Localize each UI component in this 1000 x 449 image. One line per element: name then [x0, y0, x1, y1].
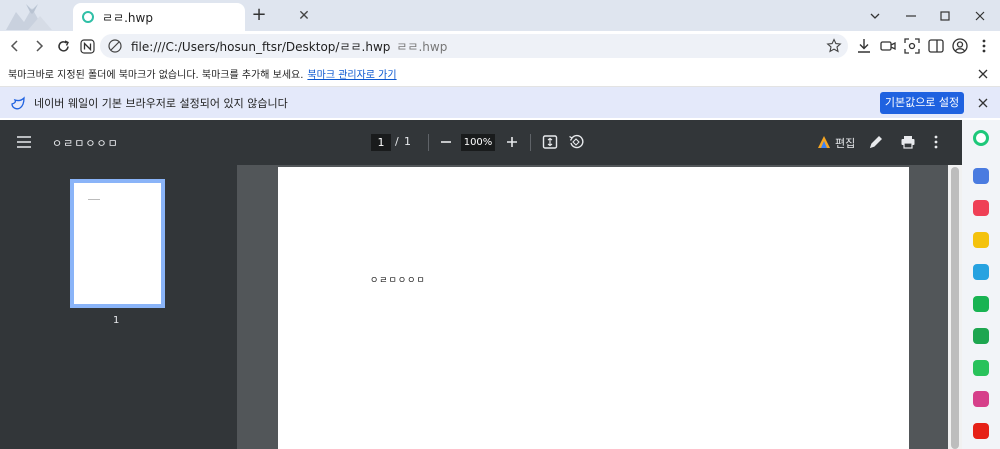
tab-favicon-icon: [82, 11, 94, 23]
chevron-down-icon: [870, 13, 880, 19]
minimize-button[interactable]: [894, 0, 928, 31]
minus-icon: [441, 141, 451, 143]
thumbnail-sidebar: 1: [0, 165, 237, 449]
set-default-button[interactable]: 기본값으로 설정: [880, 92, 964, 114]
naver-home-button[interactable]: [76, 35, 98, 57]
arrow-left-icon: [10, 40, 18, 52]
rotate-button[interactable]: [566, 132, 586, 152]
green-store-icon[interactable]: [973, 360, 989, 376]
sidebar-toggle-icon[interactable]: [927, 37, 945, 55]
url-suffix: ㄹㄹ.hwp: [396, 40, 448, 54]
pen-icon: [869, 136, 882, 149]
menu-icon[interactable]: [16, 134, 32, 150]
tab-close-icon[interactable]: ✕: [295, 7, 313, 25]
tab-search-button[interactable]: [858, 0, 892, 31]
profile-icon[interactable]: [951, 37, 969, 55]
maximize-button[interactable]: [928, 0, 962, 31]
document-viewport: ㅇㄹㅁㅇㅇㅁ: [237, 165, 962, 449]
bookmark-bar-text: 북마크바로 지정된 폴더에 북마크가 없습니다. 북마크를 추가해 보세요.: [8, 70, 304, 81]
arrow-right-icon: [36, 40, 44, 52]
edge-icon[interactable]: [973, 264, 989, 280]
zoom-in-button[interactable]: [502, 132, 522, 152]
edit-app-button[interactable]: [814, 132, 834, 152]
thumbnail-text-line: [88, 199, 100, 200]
bookmark-bar: 북마크바로 지정된 폴더에 북마크가 없습니다. 북마크를 추가해 보세요. 북마…: [0, 60, 1000, 87]
green-bag-icon[interactable]: [973, 296, 989, 312]
more-vertical-icon: [934, 135, 938, 149]
edit-app-icon: [818, 136, 830, 148]
url-text: file:///C:/Users/hosun_ftsr/Desktop/ㄹㄹ.h…: [131, 38, 447, 55]
close-icon[interactable]: [976, 67, 990, 81]
tab-strip: ㄹㄹ.hwp ✕ +: [0, 0, 1000, 31]
annotate-button[interactable]: [866, 132, 886, 152]
green-circle-icon[interactable]: [973, 130, 989, 146]
back-button[interactable]: [4, 35, 26, 57]
close-icon[interactable]: [976, 96, 990, 110]
pdf-more-button[interactable]: [926, 132, 946, 152]
rotate-icon: [569, 134, 584, 149]
edit-label[interactable]: 편집: [835, 135, 855, 151]
bookmark-bar-message: 북마크바로 지정된 폴더에 북마크가 없습니다. 북마크를 추가해 보세요. 북마…: [8, 66, 397, 81]
chart-icon[interactable]: [973, 328, 989, 344]
page-separator: /: [395, 135, 399, 148]
toolbar-divider: [428, 134, 429, 151]
default-browser-message: 네이버 웨일이 기본 브라우저로 설정되어 있지 않습니다: [34, 97, 288, 110]
download-icon[interactable]: [855, 37, 873, 55]
reload-button[interactable]: [52, 35, 74, 57]
bookmark-manager-link[interactable]: 북마크 관리자로 가기: [307, 70, 396, 81]
instagram-icon[interactable]: [973, 391, 989, 407]
toolbar-divider: [530, 134, 531, 151]
page-text: ㅇㄹㅁㅇㅇㅁ: [370, 276, 426, 286]
forward-button[interactable]: [28, 35, 50, 57]
browser-toolbar: file:///C:/Users/hosun_ftsr/Desktop/ㄹㄹ.h…: [0, 31, 1000, 60]
fit-to-page-icon: [542, 135, 558, 149]
plus-icon: [507, 137, 517, 147]
page-thumbnail[interactable]: [70, 179, 165, 308]
whale-logo-icon: [6, 4, 52, 30]
page-number-input[interactable]: 1: [371, 134, 391, 151]
print-icon: [901, 136, 915, 149]
file-info-icon: [108, 39, 122, 53]
tab-title: ㄹㄹ.hwp: [102, 11, 153, 25]
document-page: ㅇㄹㅁㅇㅇㅁ: [278, 167, 909, 449]
page-total: 1: [404, 135, 411, 148]
default-browser-infobar: 네이버 웨일이 기본 브라우저로 설정되어 있지 않습니다 기본값으로 설정: [0, 87, 1000, 118]
bookmark-star-icon[interactable]: [826, 38, 842, 54]
zoom-out-button[interactable]: [436, 132, 456, 152]
print-button[interactable]: [898, 132, 918, 152]
fit-page-button[interactable]: [540, 132, 560, 152]
close-window-button[interactable]: [963, 0, 997, 31]
video-icon[interactable]: [879, 37, 897, 55]
blue-app-icon[interactable]: [973, 168, 989, 184]
reload-icon: [57, 39, 69, 52]
url-path: file:///C:/Users/hosun_ftsr/Desktop/ㄹㄹ.h…: [131, 40, 391, 54]
thumbnail-page-number: 1: [113, 315, 120, 326]
whale-icon: [11, 96, 25, 110]
maximize-icon: [940, 10, 950, 21]
pdf-toolbar: ㅇㄹㅁㅇㅇㅁ 1 / 1 100% 편집: [0, 120, 962, 165]
youtube-icon[interactable]: [973, 423, 989, 439]
new-tab-button[interactable]: +: [249, 5, 269, 25]
active-tab[interactable]: ㄹㄹ.hwp ✕: [73, 3, 310, 31]
minimize-icon: [906, 14, 916, 17]
naver-n-icon: [79, 38, 95, 54]
more-menu-icon[interactable]: [975, 37, 993, 55]
scrollbar-thumb[interactable]: [951, 167, 959, 449]
yellow-star-icon[interactable]: [973, 232, 989, 248]
zoom-level-input[interactable]: 100%: [461, 134, 495, 151]
red-pocket-icon[interactable]: [973, 200, 989, 216]
close-icon: [975, 11, 985, 20]
address-bar[interactable]: file:///C:/Users/hosun_ftsr/Desktop/ㄹㄹ.h…: [100, 34, 848, 58]
pdf-document-title: ㅇㄹㅁㅇㅇㅁ: [52, 137, 119, 150]
capture-icon[interactable]: [903, 37, 921, 55]
